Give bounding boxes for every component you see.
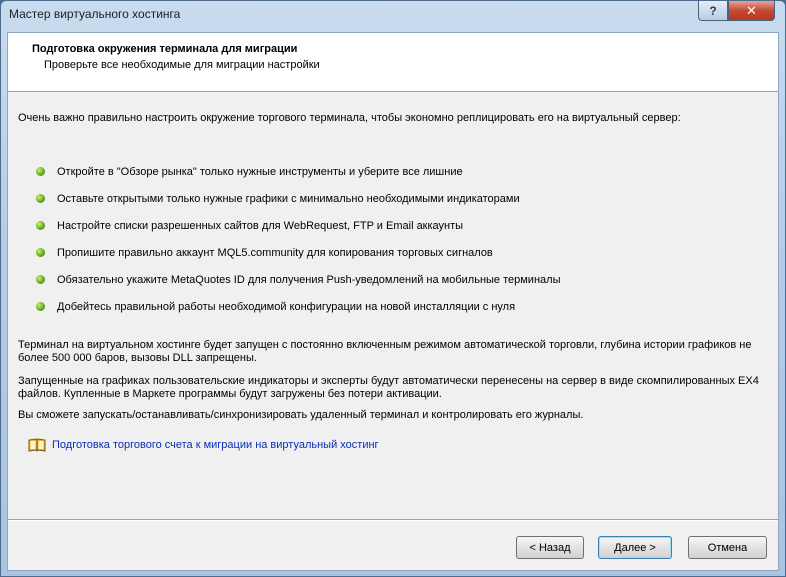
page-subtitle: Проверьте все необходимые для миграции н… [44,59,320,71]
list-item: Оставьте открытыми только нужные графики… [36,185,766,212]
footer-divider [8,519,778,521]
list-item-text: Пропишите правильно аккаунт MQL5.communi… [57,246,493,259]
dialog-client-area: Подготовка окружения терминала для мигра… [7,32,779,571]
wizard-window: Мастер виртуального хостинга ? ✕ Подгото… [0,0,786,577]
green-bullet-icon [36,167,45,176]
list-item: Откройте в "Обзоре рынка" только нужные … [36,158,766,185]
list-item-text: Откройте в "Обзоре рынка" только нужные … [57,165,463,178]
list-item-text: Добейтесь правильной работы необходимой … [57,300,516,313]
info-paragraph-control: Вы сможете запускать/останавливать/синхр… [18,409,584,421]
book-icon [28,438,46,452]
close-icon: ✕ [746,2,757,18]
list-item: Обязательно укажите MetaQuotes ID для по… [36,266,766,293]
wizard-header: Подготовка окружения терминала для мигра… [8,33,778,92]
list-item-text: Оставьте открытыми только нужные графики… [57,192,520,205]
green-bullet-icon [36,194,45,203]
list-item-text: Настройте списки разрешенных сайтов для … [57,219,464,232]
green-bullet-icon [36,302,45,311]
page-title: Подготовка окружения терминала для мигра… [32,43,298,55]
help-link[interactable]: Подготовка торгового счета к миграции на… [28,438,379,452]
window-title: Мастер виртуального хостинга [9,7,181,21]
intro-text: Очень важно правильно настроить окружени… [18,112,681,124]
list-item: Настройте списки разрешенных сайтов для … [36,212,766,239]
help-link-text[interactable]: Подготовка торгового счета к миграции на… [52,439,379,451]
checklist: Откройте в "Обзоре рынка" только нужные … [36,158,766,320]
help-icon: ? [709,3,717,18]
help-button[interactable]: ? [698,1,728,21]
info-paragraph-indicators: Запущенные на графиках пользовательские … [18,375,759,400]
cancel-button[interactable]: Отмена [688,536,767,559]
close-button[interactable]: ✕ [728,1,775,21]
info-paragraph-hosting: Терминал на виртуальном хостинге будет з… [18,339,752,364]
next-button[interactable]: Далее > [598,536,672,559]
title-bar[interactable]: Мастер виртуального хостинга ? ✕ [1,1,785,31]
green-bullet-icon [36,275,45,284]
list-item: Добейтесь правильной работы необходимой … [36,293,766,320]
back-button[interactable]: < Назад [516,536,584,559]
list-item-text: Обязательно укажите MetaQuotes ID для по… [57,273,561,286]
green-bullet-icon [36,221,45,230]
list-item: Пропишите правильно аккаунт MQL5.communi… [36,239,766,266]
green-bullet-icon [36,248,45,257]
